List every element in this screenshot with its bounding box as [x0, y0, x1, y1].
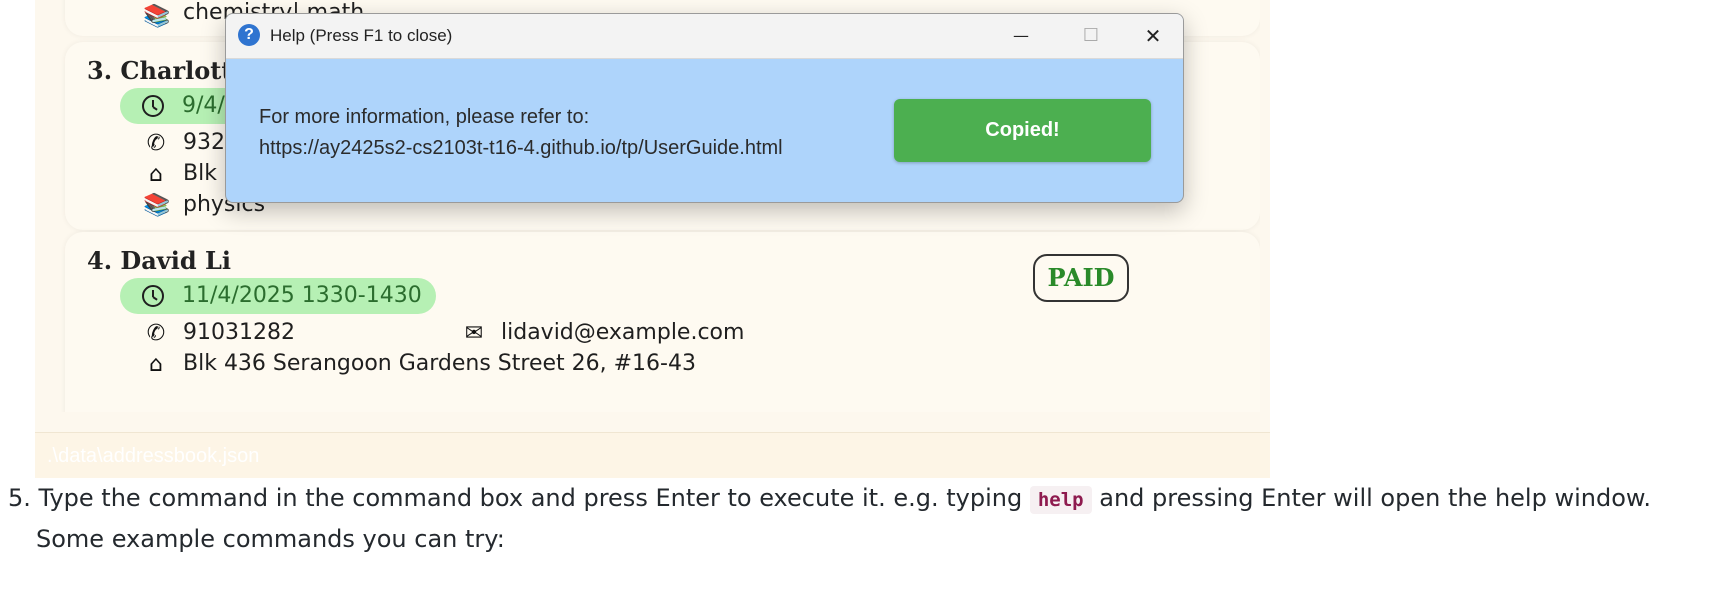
phone-icon: ✆	[146, 131, 166, 156]
email-text: lidavid@example.com	[501, 320, 745, 345]
help-window-title: Help (Press F1 to close)	[270, 26, 453, 45]
step-number: 5.	[8, 484, 31, 512]
mail-icon: ✉	[464, 321, 484, 346]
person-card[interactable]: 4. David Li 11/4/2025 1330-1430 ✆ 910312…	[65, 232, 1260, 412]
clock-icon	[142, 95, 164, 117]
maximize-button[interactable]: ☐	[1061, 14, 1121, 58]
person-name: 4. David Li	[87, 246, 231, 275]
help-message-line1: For more information, please refer to:	[259, 106, 590, 128]
lesson-time-text: 11/4/2025 1330-1430	[182, 283, 422, 308]
step-text-after: and pressing Enter will open the help wi…	[1099, 484, 1651, 512]
lesson-time-pill: 11/4/2025 1330-1430	[120, 278, 436, 314]
copy-url-button[interactable]: Copied!	[894, 99, 1151, 162]
step-subtext: Some example commands you can try:	[36, 525, 505, 553]
close-button[interactable]: ✕	[1123, 14, 1183, 58]
person-name: 3. Charlotte	[87, 56, 248, 85]
minimize-button[interactable]: —	[991, 14, 1051, 58]
help-question-icon: ?	[238, 24, 260, 46]
payment-status-badge: PAID	[1033, 254, 1129, 302]
phone-text: 932	[183, 130, 225, 155]
help-window[interactable]: ? Help (Press F1 to close) — ☐ ✕ For mor…	[225, 13, 1184, 203]
phone-text: 91031282	[183, 320, 295, 345]
home-icon: ⌂	[149, 162, 163, 187]
user-guide-url: https://ay2425s2-cs2103t-t16-4.github.io…	[259, 137, 783, 159]
help-message: For more information, please refer to: h…	[259, 102, 783, 164]
step-text-before: Type the command in the command box and …	[38, 484, 1023, 512]
books-icon: 📚	[143, 4, 171, 29]
status-bar: .\data\addressbook.json	[35, 432, 1270, 478]
books-icon: 📚	[143, 193, 171, 218]
home-icon: ⌂	[149, 352, 163, 377]
clock-icon	[142, 285, 164, 307]
inline-code-help: help	[1029, 486, 1092, 514]
phone-icon: ✆	[146, 321, 166, 346]
lesson-time-text: 9/4/	[182, 93, 225, 118]
step-list-item: 5. Type the command in the command box a…	[8, 484, 1651, 514]
address-text: Blk	[183, 161, 217, 186]
status-bar-path: .\data\addressbook.json	[47, 445, 260, 467]
address-text: Blk 436 Serangoon Gardens Street 26, #16…	[183, 351, 696, 376]
help-window-titlebar[interactable]: ? Help (Press F1 to close) — ☐ ✕	[226, 14, 1183, 59]
